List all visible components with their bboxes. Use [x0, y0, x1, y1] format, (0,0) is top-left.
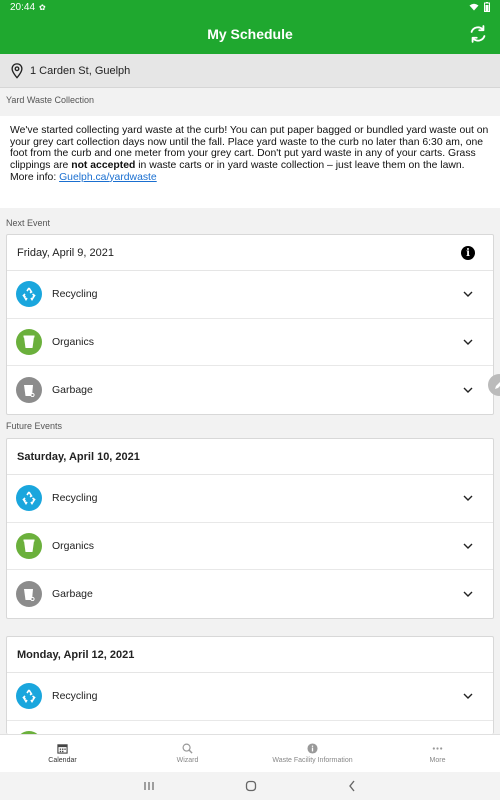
status-bar: 20:44 ✿ [0, 0, 500, 14]
list-item-organics[interactable]: Organics [7, 319, 493, 366]
info-icon[interactable]: i [461, 246, 475, 260]
nav-label: Waste Facility Information [272, 757, 353, 764]
event-date-row: Monday, April 12, 2021 [7, 637, 493, 673]
more-info-label: More info: [10, 171, 60, 183]
notice-text-bold: not accepted [71, 160, 136, 172]
notice-text-part2: in waste carts or in yard waste collecti… [135, 160, 465, 172]
chevron-down-icon [463, 495, 473, 502]
nav-waste-facility[interactable]: Waste Facility Information [250, 735, 375, 772]
chevron-down-icon [463, 591, 473, 597]
battery-icon [484, 2, 490, 12]
list-item-label: Garbage [52, 383, 93, 396]
app-bar: My Schedule [0, 14, 500, 54]
list-item-garbage[interactable]: Garbage [7, 570, 493, 618]
list-item-label: Organics [52, 335, 95, 348]
status-time: 20:44 [10, 1, 36, 13]
calendar-icon [57, 744, 68, 754]
garbage-icon [16, 580, 42, 607]
info-icon [307, 743, 318, 754]
list-item-partial[interactable] [7, 721, 493, 734]
future-event-card: Saturday, April 10, 2021 Recycling Organ… [6, 438, 494, 619]
nav-label: Wizard [176, 757, 199, 764]
next-event-label: Next Event [6, 218, 51, 228]
list-item-recycling[interactable]: Recycling [7, 673, 493, 721]
yard-waste-notice: We've started collecting yard waste at t… [0, 116, 500, 208]
nav-wizard[interactable]: Wizard [125, 735, 250, 772]
future-event-card: Monday, April 12, 2021 Recycling [6, 636, 494, 734]
system-nav-bar [0, 772, 500, 800]
event-date: Saturday, April 10, 2021 [17, 450, 140, 463]
status-icons [469, 2, 490, 12]
event-date: Friday, April 9, 2021 [17, 246, 115, 259]
nav-more[interactable]: More [375, 735, 500, 772]
notice-section-label: Yard Waste Collection [6, 95, 95, 105]
list-item-recycling[interactable]: Recycling [7, 475, 493, 523]
recycling-icon [16, 281, 42, 308]
address-bar[interactable]: 1 Carden St, Guelph [0, 54, 500, 88]
chevron-down-icon [463, 339, 473, 345]
chevron-down-icon [463, 543, 473, 549]
yard-waste-link[interactable]: Guelph.ca/yardwaste [59, 172, 157, 183]
list-item-label: Recycling [52, 690, 98, 703]
refresh-icon[interactable] [468, 24, 488, 44]
location-pin-icon [11, 62, 23, 79]
recycling-icon [16, 485, 42, 512]
list-item-organics[interactable]: Organics [7, 523, 493, 570]
wifi-icon [469, 3, 479, 11]
home-icon[interactable] [245, 780, 257, 792]
chevron-down-icon [463, 387, 473, 393]
list-item-label: Garbage [52, 587, 93, 600]
list-item-label: Recycling [52, 288, 98, 301]
nav-label: More [429, 757, 446, 764]
nav-calendar[interactable]: Calendar [0, 735, 125, 772]
list-item-garbage[interactable]: Garbage [7, 366, 493, 414]
bottom-nav: Calendar Wizard Waste Facility Informati… [0, 734, 500, 772]
future-events-label: Future Events [6, 421, 63, 431]
event-date: Monday, April 12, 2021 [17, 648, 135, 661]
nav-label: Calendar [48, 757, 77, 764]
more-icon [432, 747, 443, 750]
pencil-icon [495, 382, 500, 389]
back-icon[interactable] [347, 780, 357, 792]
event-date-row: Friday, April 9, 2021 [7, 235, 493, 271]
list-item-label: Recycling [52, 492, 98, 505]
organics-icon [16, 532, 42, 559]
recycling-icon [16, 683, 42, 710]
garbage-icon [16, 376, 42, 403]
next-event-card: Friday, April 9, 2021 i Recycling Organi… [6, 234, 494, 415]
chevron-down-icon [463, 693, 473, 700]
search-icon [182, 743, 193, 754]
address-text: 1 Carden St, Guelph [30, 64, 131, 77]
recent-apps-icon[interactable] [143, 781, 155, 791]
notification-icon: ✿ [39, 2, 46, 12]
event-date-row: Saturday, April 10, 2021 [7, 439, 493, 475]
page-title: My Schedule [207, 26, 293, 42]
chevron-down-icon [463, 291, 473, 298]
list-item-label: Organics [52, 539, 95, 552]
organics-icon [16, 328, 42, 355]
list-item-recycling[interactable]: Recycling [7, 271, 493, 319]
